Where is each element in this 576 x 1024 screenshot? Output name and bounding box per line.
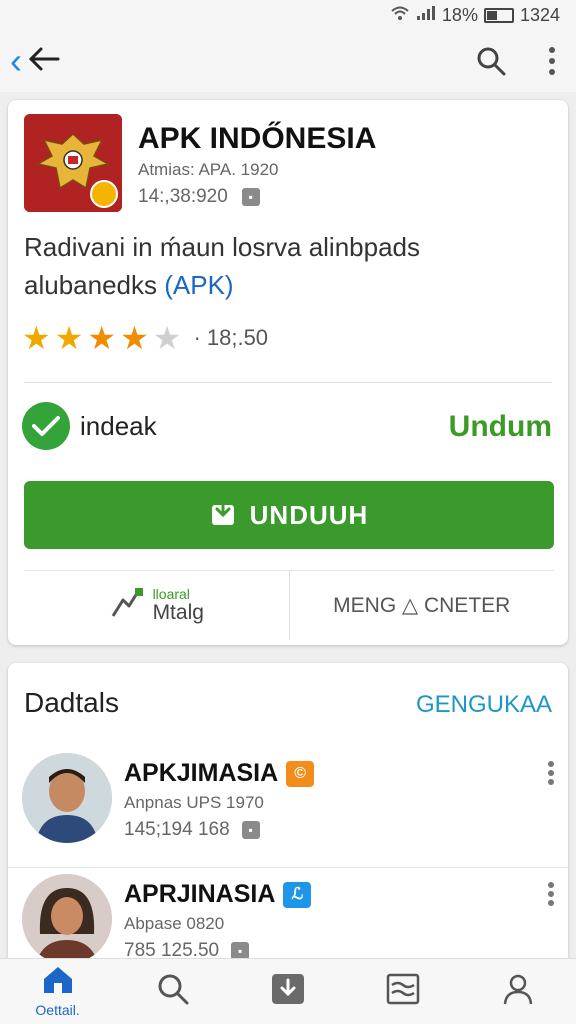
item-name-text: APKJIMASIA bbox=[124, 759, 279, 787]
app-meta: 14:,38:920 ▪ bbox=[138, 186, 260, 208]
signal-icon bbox=[416, 5, 436, 26]
apps-icon bbox=[271, 973, 305, 1010]
rating: ★ ★ ★ ★ ★ · 18;.50 bbox=[22, 322, 268, 354]
nav-account[interactable] bbox=[461, 959, 576, 1024]
tag-icon: © bbox=[286, 760, 315, 787]
app-title: APK INDŐNESIA bbox=[138, 122, 377, 155]
details-card: Dadtals GENGUKAA APKJIMASIA © Anpnas UPS… bbox=[8, 663, 568, 973]
avatar bbox=[22, 753, 112, 843]
star-icon: ★ bbox=[120, 320, 149, 356]
app-card: APK INDŐNESIA Atmias: APA. 1920 14:,38:9… bbox=[8, 100, 568, 645]
details-title: Dadtals bbox=[24, 687, 119, 718]
battery-percent: 18% bbox=[441, 4, 478, 25]
item-name: APKJIMASIA © bbox=[124, 759, 315, 788]
tag-icon: ℒ bbox=[283, 881, 312, 908]
item-name-text: APRJINASIA bbox=[124, 880, 276, 908]
wifi-icon bbox=[390, 5, 410, 26]
back-arrow-icon[interactable] bbox=[28, 42, 60, 81]
divider bbox=[24, 382, 552, 383]
details-more-link[interactable]: GENGUKAA bbox=[416, 691, 552, 719]
share-icon bbox=[109, 586, 145, 626]
list-item[interactable]: APKJIMASIA © Anpnas UPS 1970 145;194 168… bbox=[8, 747, 568, 867]
app-logo bbox=[24, 114, 122, 212]
item-meta: 145;194 168 ▪ bbox=[124, 819, 260, 841]
badge-icon bbox=[90, 180, 118, 208]
library-icon bbox=[386, 973, 420, 1010]
clock: 1324 bbox=[519, 4, 560, 25]
report-action[interactable]: MENG △ CNETER bbox=[290, 571, 555, 640]
app-bar: ‹ bbox=[0, 30, 576, 92]
description-link[interactable]: (APK) bbox=[164, 270, 233, 300]
search-icon[interactable] bbox=[476, 46, 506, 76]
star-icon: ★ bbox=[54, 320, 84, 356]
app-subtitle: Atmias: APA. 1920 bbox=[138, 160, 279, 179]
app-meta-text: 14:,38:920 bbox=[138, 186, 228, 207]
star-icon: ★ bbox=[152, 320, 182, 356]
nav-library[interactable] bbox=[346, 959, 461, 1024]
nav-home[interactable]: Oettail. bbox=[0, 959, 115, 1024]
nav-apps[interactable] bbox=[230, 959, 345, 1024]
file-icon: ▪ bbox=[241, 821, 260, 839]
item-subtitle: Abpase 0820 bbox=[124, 914, 225, 933]
bottom-nav: Oettail. bbox=[0, 958, 576, 1024]
file-icon: ▪ bbox=[241, 188, 260, 206]
share-label-stack: lloaral Mtalg bbox=[153, 587, 204, 624]
more-vert-icon[interactable] bbox=[548, 761, 554, 785]
rating-count: · 18;.50 bbox=[193, 325, 269, 350]
verify-row: indeak bbox=[22, 402, 157, 450]
more-vert-icon[interactable] bbox=[548, 882, 554, 906]
action-row: lloaral Mtalg MENG △ CNETER bbox=[24, 570, 554, 640]
nav-search[interactable] bbox=[115, 959, 230, 1024]
share-top-label: lloaral bbox=[152, 586, 190, 603]
item-subtitle: Anpnas UPS 1970 bbox=[124, 793, 264, 812]
report-label: MENG △ CNETER bbox=[333, 594, 511, 617]
star-icon: ★ bbox=[87, 320, 117, 356]
app-description: Radivani in ḿaun losrva alinbpads aluban… bbox=[24, 228, 544, 304]
share-bottom-label: Mtalg bbox=[152, 600, 204, 624]
item-meta-text: 145;194 168 bbox=[124, 819, 230, 840]
battery-icon bbox=[483, 7, 514, 23]
star-icon: ★ bbox=[22, 320, 51, 356]
more-vert-icon[interactable] bbox=[548, 46, 556, 76]
nav-home-label: Oettail. bbox=[35, 1002, 80, 1018]
search-icon bbox=[157, 973, 189, 1010]
avatar bbox=[22, 874, 112, 964]
verify-label: indeak bbox=[80, 410, 157, 441]
status-label: Undum bbox=[448, 410, 552, 443]
share-action[interactable]: lloaral Mtalg bbox=[24, 571, 290, 640]
account-icon bbox=[502, 973, 534, 1010]
download-button[interactable]: UNDUUH bbox=[24, 481, 554, 549]
check-circle-icon bbox=[22, 402, 70, 450]
chevron-left-icon[interactable]: ‹ bbox=[10, 43, 22, 79]
item-name: APRJINASIA ℒ bbox=[124, 880, 312, 909]
status-bar: 18% 1324 bbox=[0, 0, 576, 30]
download-icon bbox=[210, 497, 236, 534]
download-label: UNDUUH bbox=[249, 499, 369, 530]
home-icon bbox=[41, 965, 75, 1000]
